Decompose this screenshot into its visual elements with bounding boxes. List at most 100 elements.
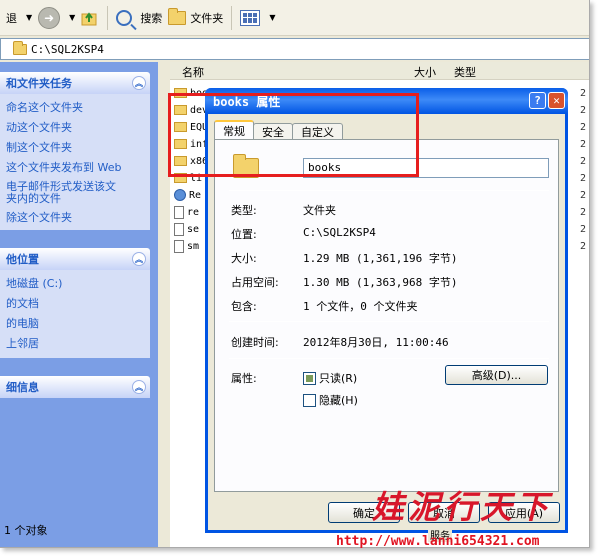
divider: [229, 321, 549, 322]
general-tab-panel: books 类型: 文件夹 位置: C:\SQL2KSP4 大小: 1.29 M…: [214, 139, 559, 492]
place-my-documents[interactable]: 的文档: [6, 294, 144, 314]
list-item-date-cut: 2: [579, 104, 586, 116]
list-item-date-cut: 2: [579, 223, 586, 235]
other-places-body: 地磁盘 (C:) 的文档 的电脑 上邻居: [0, 270, 150, 358]
forward-button-icon[interactable]: ➜: [38, 6, 61, 29]
folder-up-icon[interactable]: [81, 10, 99, 26]
watermark-text: 娃泥行天下: [372, 488, 553, 526]
list-item-date-cut: 2: [579, 172, 586, 184]
created-value: 2012年8月30日, 11:00:46: [303, 336, 449, 349]
details-header[interactable]: 细信息 ︽: [0, 376, 150, 398]
dialog-titlebar[interactable]: books 属性 ? ✕: [205, 88, 568, 114]
file-tasks-header[interactable]: 和文件夹任务 ︽: [0, 72, 150, 94]
views-icon[interactable]: [240, 9, 261, 26]
divider: [229, 190, 549, 191]
list-item-date-cut: 2: [579, 206, 586, 218]
search-icon: [116, 9, 133, 26]
watermark-url: http://www.lanni654321.com: [336, 534, 540, 549]
file-icon: [174, 222, 184, 236]
views-dropdown-icon[interactable]: ▼: [269, 13, 275, 22]
address-bar[interactable]: C:\SQL2KSP4: [0, 38, 589, 60]
task-email[interactable]: 电子邮件形式发送该文 夹内的文件: [6, 181, 144, 205]
readonly-checkbox[interactable]: 只读(R): [303, 370, 357, 386]
dialog-title: books 属性: [213, 94, 281, 109]
other-places-title: 他位置: [6, 253, 39, 266]
folder-icon: [174, 105, 187, 115]
forward-dropdown-icon[interactable]: ▼: [69, 13, 75, 22]
place-my-computer[interactable]: 的电脑: [6, 314, 144, 334]
file-list-header: 名称 大小 类型: [170, 62, 589, 80]
created-label: 创建时间:: [231, 336, 279, 349]
file-icon: [174, 205, 184, 219]
folder-icon: [233, 154, 259, 178]
tab-security[interactable]: 安全: [253, 123, 293, 140]
other-places-header[interactable]: 他位置 ︽: [0, 248, 150, 270]
folder-icon: [174, 156, 187, 166]
task-rename[interactable]: 命名这个文件夹: [6, 98, 144, 118]
folder-icon: [168, 7, 187, 25]
file-tasks-body: 命名这个文件夹 动这个文件夹 制这个文件夹 这个文件夹发布到 Web 电子邮件形…: [0, 94, 150, 230]
task-copy[interactable]: 制这个文件夹: [6, 138, 144, 158]
collapse-chevron-icon[interactable]: ︽: [132, 76, 146, 90]
task-email-line2: 夹内的文件: [6, 192, 61, 205]
address-folder-icon: [13, 40, 27, 55]
properties-dialog: books 属性 ? ✕ 常规 安全 自定义 books 类型: 文件夹 位置:…: [205, 88, 568, 533]
address-path: C:\SQL2KSP4: [31, 42, 104, 56]
place-network[interactable]: 上邻居: [6, 334, 144, 354]
list-item-name: se: [187, 223, 200, 235]
folder-name-input[interactable]: books: [303, 158, 549, 178]
list-item-date-cut: 2: [579, 155, 586, 167]
list-item-name: re: [187, 206, 200, 218]
folders-button[interactable]: 文件夹: [168, 7, 224, 26]
list-item-name: sm: [187, 240, 200, 252]
folders-label: 文件夹: [190, 11, 224, 25]
tab-custom[interactable]: 自定义: [292, 123, 343, 140]
location-value: C:\SQL2KSP4: [303, 226, 376, 239]
screenshot-root: 退 ▼ ➜ ▼ 搜索 文件夹 ▼ C:\SQL2KSP4 和文件夹任务 ︽ 命名…: [0, 0, 601, 556]
back-label[interactable]: 退: [6, 10, 17, 26]
toolbar-separator: [107, 5, 109, 30]
folder-icon: [174, 173, 187, 183]
list-item-name: li: [190, 172, 203, 184]
html-file-icon: [174, 189, 186, 201]
place-local-disk[interactable]: 地磁盘 (C:): [6, 274, 144, 294]
status-bar: 1 个对象: [4, 524, 48, 537]
search-label: 搜索: [140, 11, 163, 25]
contains-label: 包含:: [231, 300, 257, 313]
close-button[interactable]: ✕: [548, 92, 565, 109]
list-item-date-cut: 2: [579, 240, 586, 252]
type-label: 类型:: [231, 204, 257, 217]
help-button[interactable]: ?: [529, 92, 546, 109]
column-size[interactable]: 大小: [414, 64, 436, 80]
location-label: 位置:: [231, 228, 257, 241]
search-button[interactable]: 搜索: [116, 9, 163, 26]
file-tasks-title: 和文件夹任务: [6, 77, 72, 90]
readonly-check-box[interactable]: [303, 371, 316, 385]
list-item-name: Re: [189, 189, 202, 201]
advanced-button[interactable]: 高级(D)...: [445, 365, 548, 385]
contains-value: 1 个文件，0 个文件夹: [303, 300, 418, 313]
tab-general[interactable]: 常规: [214, 120, 254, 140]
list-item-date-cut: 2: [579, 121, 586, 133]
task-delete[interactable]: 除这个文件夹: [6, 208, 144, 228]
task-publish-web[interactable]: 这个文件夹发布到 Web: [6, 158, 144, 178]
folder-icon: [174, 88, 187, 98]
task-move[interactable]: 动这个文件夹: [6, 118, 144, 138]
hidden-check-box[interactable]: [303, 393, 316, 407]
collapse-chevron-icon[interactable]: ︽: [132, 252, 146, 266]
divider: [229, 358, 549, 359]
details-title: 细信息: [6, 381, 39, 394]
dialog-tabs: 常规 安全 自定义: [214, 120, 343, 140]
column-type[interactable]: 类型: [454, 64, 476, 80]
folder-icon: [174, 139, 187, 149]
column-name[interactable]: 名称: [182, 64, 204, 80]
expand-chevron-icon[interactable]: ︽: [132, 380, 146, 394]
size-value: 1.29 MB (1,361,196 字节): [303, 252, 458, 265]
back-dropdown-icon[interactable]: ▼: [26, 13, 32, 22]
hidden-label: 隐藏(H): [319, 394, 358, 407]
hidden-checkbox[interactable]: 隐藏(H): [303, 392, 358, 408]
list-item-date-cut: 2: [579, 189, 586, 201]
disk-size-label: 占用空间:: [231, 276, 279, 289]
file-icon: [174, 239, 184, 253]
readonly-label: 只读(R): [319, 372, 358, 385]
